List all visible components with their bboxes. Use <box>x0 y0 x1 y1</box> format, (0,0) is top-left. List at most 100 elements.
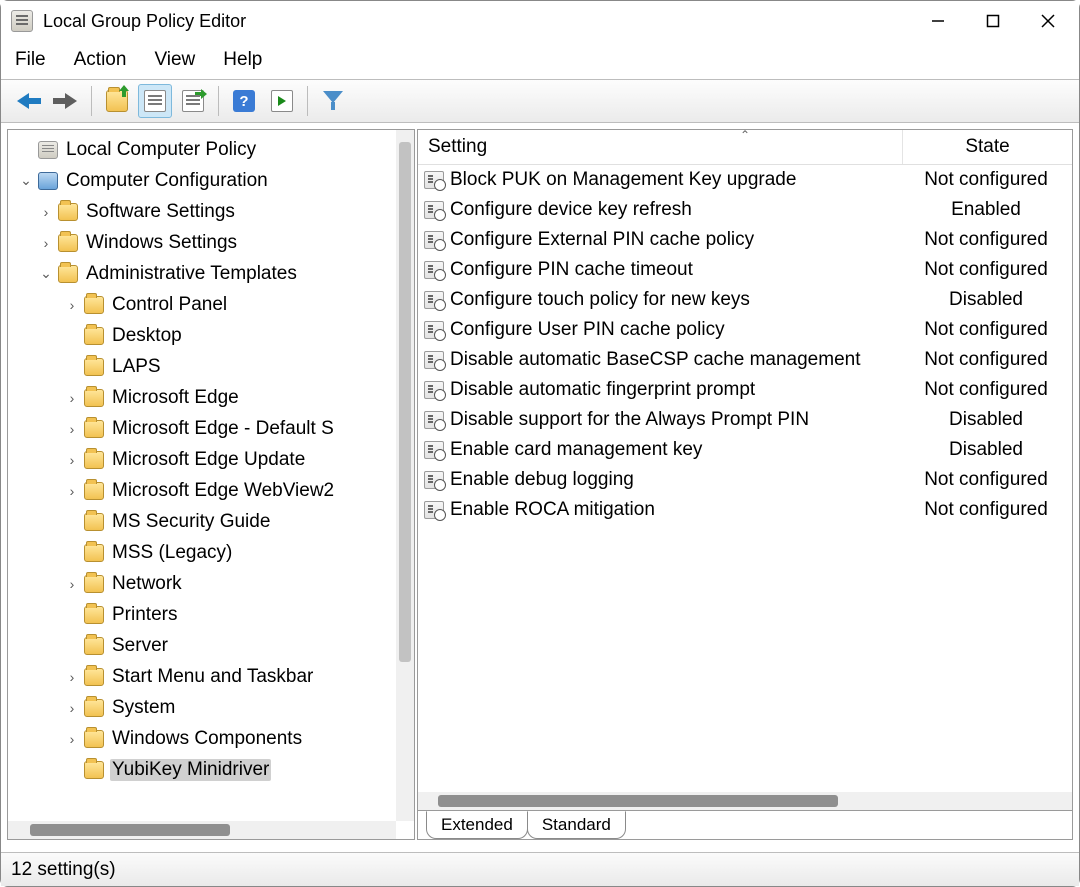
chevron-right-icon[interactable]: › <box>36 204 56 220</box>
tree-node-printers[interactable]: › Printers <box>12 599 414 630</box>
chevron-right-icon[interactable]: › <box>62 669 82 685</box>
menu-action[interactable]: Action <box>74 49 127 71</box>
tree-node-start-menu[interactable]: › Start Menu and Taskbar <box>12 661 414 692</box>
policy-icon <box>38 141 58 159</box>
tree-node-control-panel[interactable]: › Control Panel <box>12 289 414 320</box>
setting-row[interactable]: Disable automatic fingerprint promptNot … <box>418 375 1072 405</box>
setting-row[interactable]: Disable support for the Always Prompt PI… <box>418 405 1072 435</box>
folder-icon <box>84 420 104 438</box>
folder-icon <box>84 544 104 562</box>
setting-state: Not configured <box>906 349 1066 371</box>
folder-icon <box>84 451 104 469</box>
forward-arrow-icon <box>53 91 79 111</box>
forward-button[interactable] <box>49 84 83 118</box>
minimize-button[interactable] <box>910 1 965 41</box>
tree-node-win-components[interactable]: › Windows Components <box>12 723 414 754</box>
tree-label: System <box>110 697 177 719</box>
setting-row[interactable]: Configure External PIN cache policyNot c… <box>418 225 1072 255</box>
menu-help[interactable]: Help <box>223 49 262 71</box>
minimize-icon <box>931 14 945 28</box>
scrollbar-thumb[interactable] <box>30 824 230 836</box>
column-header-state[interactable]: State <box>902 130 1072 164</box>
column-header-setting[interactable]: Setting <box>418 130 902 164</box>
filter-button[interactable] <box>316 84 350 118</box>
help-button[interactable]: ? <box>227 84 261 118</box>
menubar: File Action View Help <box>1 41 1079 79</box>
chevron-right-icon[interactable]: › <box>62 731 82 747</box>
tree-node-mss-legacy[interactable]: › MSS (Legacy) <box>12 537 414 568</box>
tree-node-ms-edge-webview[interactable]: › Microsoft Edge WebView2 <box>12 475 414 506</box>
setting-name: Configure User PIN cache policy <box>450 319 906 341</box>
tree-node-ms-edge-update[interactable]: › Microsoft Edge Update <box>12 444 414 475</box>
tree-label: MSS (Legacy) <box>110 542 234 564</box>
folder-icon <box>58 265 78 283</box>
menu-view[interactable]: View <box>154 49 195 71</box>
tree-node-admin-templates[interactable]: ⌄ Administrative Templates <box>12 258 414 289</box>
tree-node-computer-config[interactable]: ⌄ Computer Configuration <box>12 165 414 196</box>
tree-label: Server <box>110 635 170 657</box>
tree-horizontal-scrollbar[interactable] <box>8 821 396 839</box>
tree-node-system[interactable]: › System <box>12 692 414 723</box>
tree-node-root[interactable]: ▸ Local Computer Policy <box>12 134 414 165</box>
sort-caret-icon: ⌃ <box>740 129 750 142</box>
setting-row[interactable]: Enable ROCA mitigationNot configured <box>418 495 1072 525</box>
setting-row[interactable]: Enable card management keyDisabled <box>418 435 1072 465</box>
policy-setting-icon <box>424 441 444 459</box>
tree-node-network[interactable]: › Network <box>12 568 414 599</box>
maximize-button[interactable] <box>965 1 1020 41</box>
chevron-right-icon[interactable]: › <box>62 421 82 437</box>
setting-name: Enable card management key <box>450 439 906 461</box>
setting-row[interactable]: Configure User PIN cache policyNot confi… <box>418 315 1072 345</box>
tree-node-software-settings[interactable]: › Software Settings <box>12 196 414 227</box>
chevron-right-icon[interactable]: › <box>62 297 82 313</box>
chevron-right-icon[interactable]: › <box>62 452 82 468</box>
setting-row[interactable]: Configure touch policy for new keysDisab… <box>418 285 1072 315</box>
tab-extended[interactable]: Extended <box>426 811 528 839</box>
window-title: Local Group Policy Editor <box>43 11 246 32</box>
tree-label: Desktop <box>110 325 184 347</box>
tree-node-ms-edge-default[interactable]: › Microsoft Edge - Default S <box>12 413 414 444</box>
chevron-down-icon[interactable]: ⌄ <box>16 172 36 189</box>
tree-node-ms-edge[interactable]: › Microsoft Edge <box>12 382 414 413</box>
setting-state: Enabled <box>906 199 1066 221</box>
tree-node-desktop[interactable]: › Desktop <box>12 320 414 351</box>
list-body[interactable]: Block PUK on Management Key upgradeNot c… <box>418 165 1072 810</box>
policy-setting-icon <box>424 501 444 519</box>
setting-row[interactable]: Enable debug loggingNot configured <box>418 465 1072 495</box>
setting-state: Not configured <box>906 379 1066 401</box>
app-icon <box>11 10 33 32</box>
menu-file[interactable]: File <box>15 49 46 71</box>
tab-standard[interactable]: Standard <box>527 811 626 839</box>
tree-vertical-scrollbar[interactable] <box>396 130 414 821</box>
chevron-right-icon[interactable]: › <box>62 700 82 716</box>
tree-label: Software Settings <box>84 201 237 223</box>
chevron-right-icon[interactable]: › <box>36 235 56 251</box>
setting-row[interactable]: Configure device key refreshEnabled <box>418 195 1072 225</box>
tree-node-ms-security-guide[interactable]: › MS Security Guide <box>12 506 414 537</box>
tree-node-yubikey[interactable]: › YubiKey Minidriver <box>12 754 414 785</box>
chevron-down-icon[interactable]: ⌄ <box>36 265 56 282</box>
back-button[interactable] <box>11 84 45 118</box>
setting-row[interactable]: Configure PIN cache timeoutNot configure… <box>418 255 1072 285</box>
setting-state: Not configured <box>906 169 1066 191</box>
chevron-right-icon[interactable]: › <box>62 576 82 592</box>
show-hide-tree-button[interactable] <box>138 84 172 118</box>
tree-node-server[interactable]: › Server <box>12 630 414 661</box>
statusbar: 12 setting(s) <box>1 852 1079 886</box>
scrollbar-thumb[interactable] <box>399 142 411 662</box>
tree-scroll-area[interactable]: ▸ Local Computer Policy ⌄ Computer Confi… <box>8 130 414 839</box>
tree-node-laps[interactable]: › LAPS <box>12 351 414 382</box>
close-button[interactable] <box>1020 1 1075 41</box>
chevron-right-icon[interactable]: › <box>62 390 82 406</box>
setting-row[interactable]: Block PUK on Management Key upgradeNot c… <box>418 165 1072 195</box>
list-horizontal-scrollbar[interactable] <box>418 792 1072 810</box>
export-list-button[interactable] <box>176 84 210 118</box>
chevron-right-icon[interactable]: › <box>62 483 82 499</box>
run-button[interactable] <box>265 84 299 118</box>
setting-state: Not configured <box>906 229 1066 251</box>
folder-icon <box>84 389 104 407</box>
tree-node-windows-settings[interactable]: › Windows Settings <box>12 227 414 258</box>
scrollbar-thumb[interactable] <box>438 795 838 807</box>
up-folder-button[interactable] <box>100 84 134 118</box>
setting-row[interactable]: Disable automatic BaseCSP cache manageme… <box>418 345 1072 375</box>
